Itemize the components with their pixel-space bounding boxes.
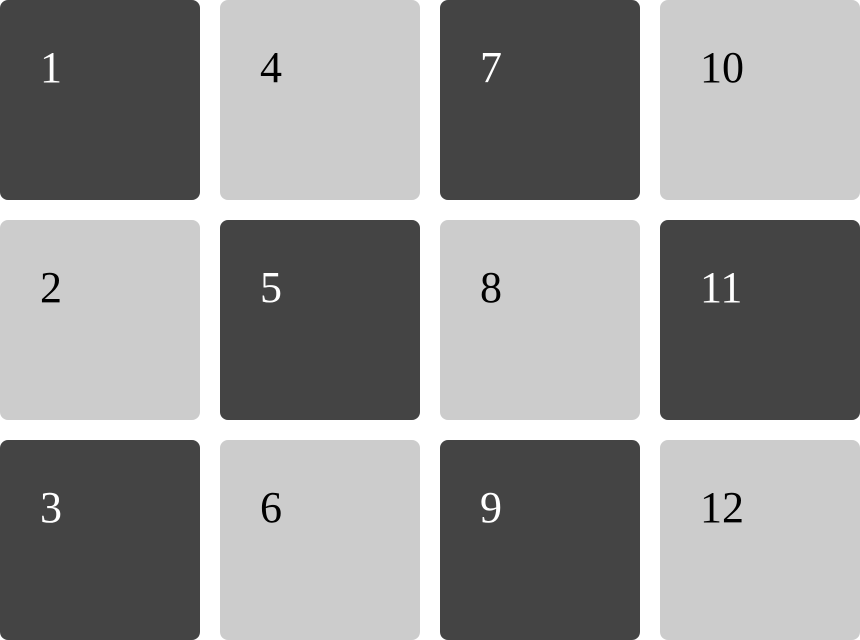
- tile-8[interactable]: 8: [440, 220, 640, 420]
- tile-label: 9: [480, 483, 502, 532]
- tile-7[interactable]: 7: [440, 0, 640, 200]
- tile-label: 8: [480, 263, 502, 312]
- tile-label: 1: [40, 43, 62, 92]
- tile-12[interactable]: 12: [660, 440, 860, 640]
- tile-label: 5: [260, 263, 282, 312]
- tile-grid: 1 2 3 4 5 6 7 8 9 10 11 12: [0, 0, 860, 640]
- tile-label: 4: [260, 43, 282, 92]
- tile-label: 3: [40, 483, 62, 532]
- tile-label: 2: [40, 263, 62, 312]
- tile-10[interactable]: 10: [660, 0, 860, 200]
- tile-label: 6: [260, 483, 282, 532]
- tile-label: 7: [480, 43, 502, 92]
- tile-label: 12: [700, 483, 744, 532]
- tile-2[interactable]: 2: [0, 220, 200, 420]
- tile-label: 10: [700, 43, 744, 92]
- tile-6[interactable]: 6: [220, 440, 420, 640]
- tile-9[interactable]: 9: [440, 440, 640, 640]
- tile-5[interactable]: 5: [220, 220, 420, 420]
- tile-4[interactable]: 4: [220, 0, 420, 200]
- tile-11[interactable]: 11: [660, 220, 860, 420]
- tile-label: 11: [700, 263, 743, 312]
- tile-3[interactable]: 3: [0, 440, 200, 640]
- tile-1[interactable]: 1: [0, 0, 200, 200]
